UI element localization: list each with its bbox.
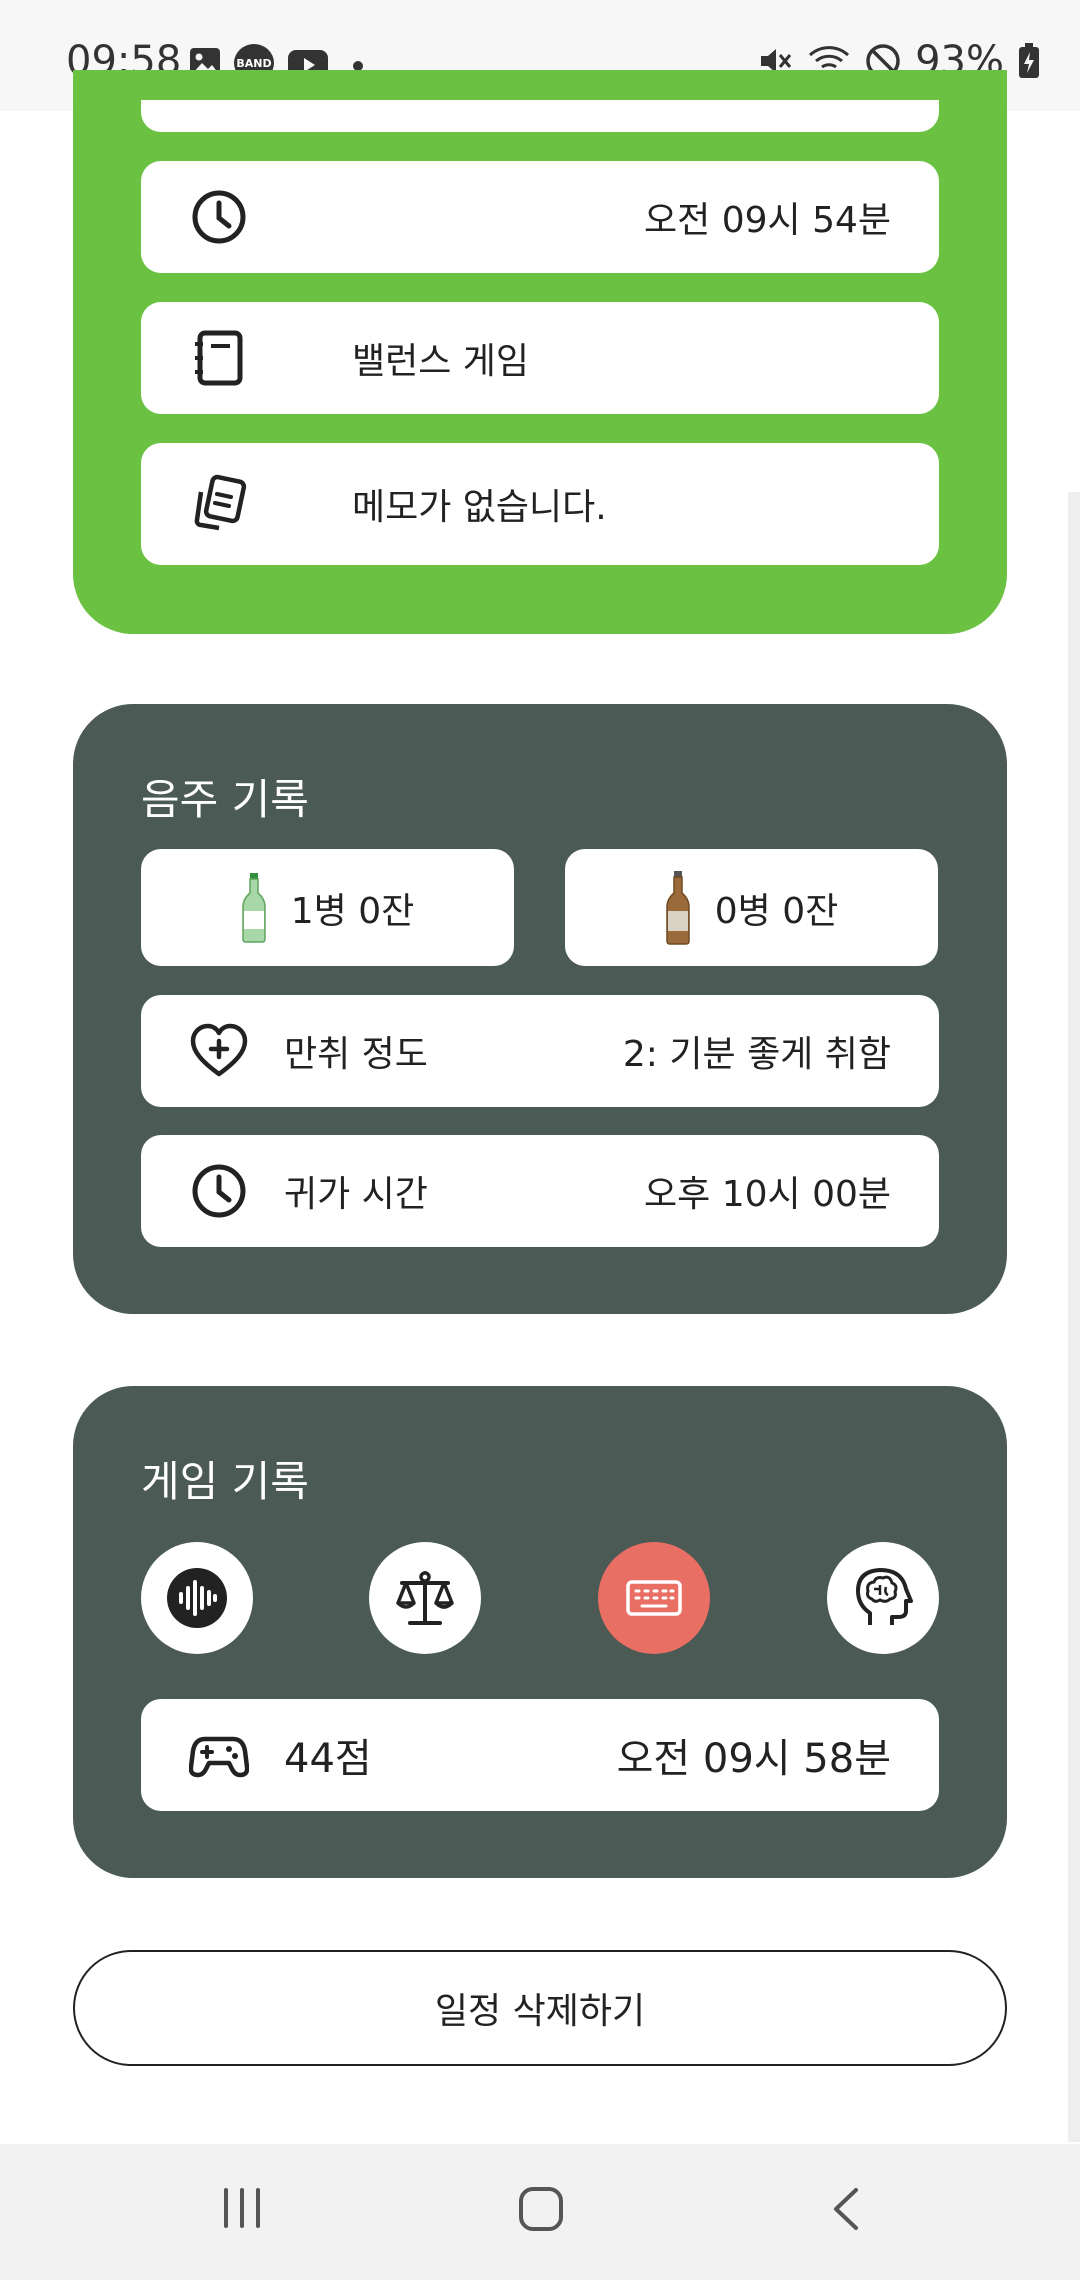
navigation-bar [0, 2144, 1080, 2280]
scrollbar[interactable] [1068, 492, 1080, 2142]
schedule-memo-value: 메모가 없습니다. [352, 487, 607, 528]
gamepad-icon [189, 1736, 249, 1778]
beer-bottle-icon [666, 870, 690, 945]
notebook-icon [195, 330, 243, 386]
schedule-row-peek [141, 100, 939, 132]
back-icon[interactable] [826, 2186, 866, 2232]
schedule-time-row[interactable]: 오전 09시 54분 [141, 161, 939, 273]
recent-apps-icon[interactable] [220, 2186, 264, 2230]
game-record-title: 게임 기록 [141, 1457, 309, 1506]
brain-head-icon [856, 1568, 913, 1625]
drink-record-title: 음주 기록 [141, 775, 309, 824]
schedule-memo-row[interactable]: 메모가 없습니다. [141, 443, 939, 565]
soju-bottle-icon [242, 872, 266, 943]
home-time-row[interactable]: 귀가 시간 오후 10시 00분 [141, 1135, 939, 1247]
delete-schedule-button[interactable]: 일정 삭제하기 [73, 1950, 1007, 2066]
balance-scale-icon [396, 1571, 454, 1625]
typing-game-button[interactable] [598, 1542, 710, 1654]
game-score: 44점 [284, 1736, 372, 1782]
sound-wave-icon [167, 1568, 227, 1628]
drunk-level-row[interactable]: 만취 정도 2: 기분 좋게 취함 [141, 995, 939, 1107]
band-icon-label: BAND [236, 56, 272, 70]
heart-plus-icon [190, 1023, 248, 1077]
brain-game-button[interactable] [827, 1542, 939, 1654]
soju-count: 1병 0잔 [290, 890, 415, 932]
schedule-game-value: 밸런스 게임 [352, 341, 530, 382]
drunk-level-label: 만취 정도 [284, 1034, 428, 1075]
beer-count-box[interactable]: 0병 0잔 [565, 849, 938, 966]
keyboard-icon [626, 1580, 682, 1616]
balance-game-button[interactable] [369, 1542, 481, 1654]
home-time-label: 귀가 시간 [284, 1174, 428, 1215]
drunk-level-value: 2: 기분 좋게 취함 [622, 1034, 891, 1075]
voice-game-button[interactable] [141, 1542, 253, 1654]
game-score-row[interactable]: 44점 오전 09시 58분 [141, 1699, 939, 1811]
clock-icon [192, 1164, 246, 1218]
schedule-game-row[interactable]: 밸런스 게임 [141, 302, 939, 414]
game-time: 오전 09시 58분 [616, 1736, 891, 1782]
schedule-time-value: 오전 09시 54분 [644, 200, 891, 241]
home-icon[interactable] [518, 2186, 564, 2232]
clock-icon [192, 190, 246, 244]
battery-charging-icon [1019, 43, 1039, 78]
soju-count-box[interactable]: 1병 0잔 [141, 849, 514, 966]
memo-icon [194, 474, 247, 531]
beer-count: 0병 0잔 [714, 890, 839, 932]
home-time-value: 오후 10시 00분 [644, 1174, 891, 1215]
